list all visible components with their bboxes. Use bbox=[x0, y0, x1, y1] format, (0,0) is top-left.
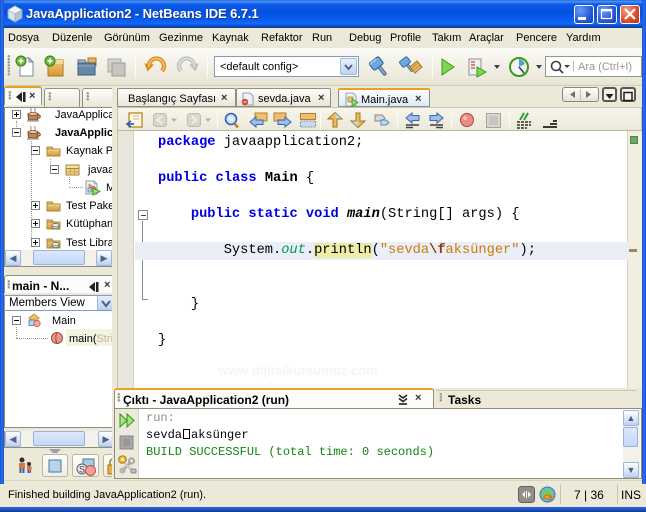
svg-text:S: S bbox=[79, 465, 85, 475]
